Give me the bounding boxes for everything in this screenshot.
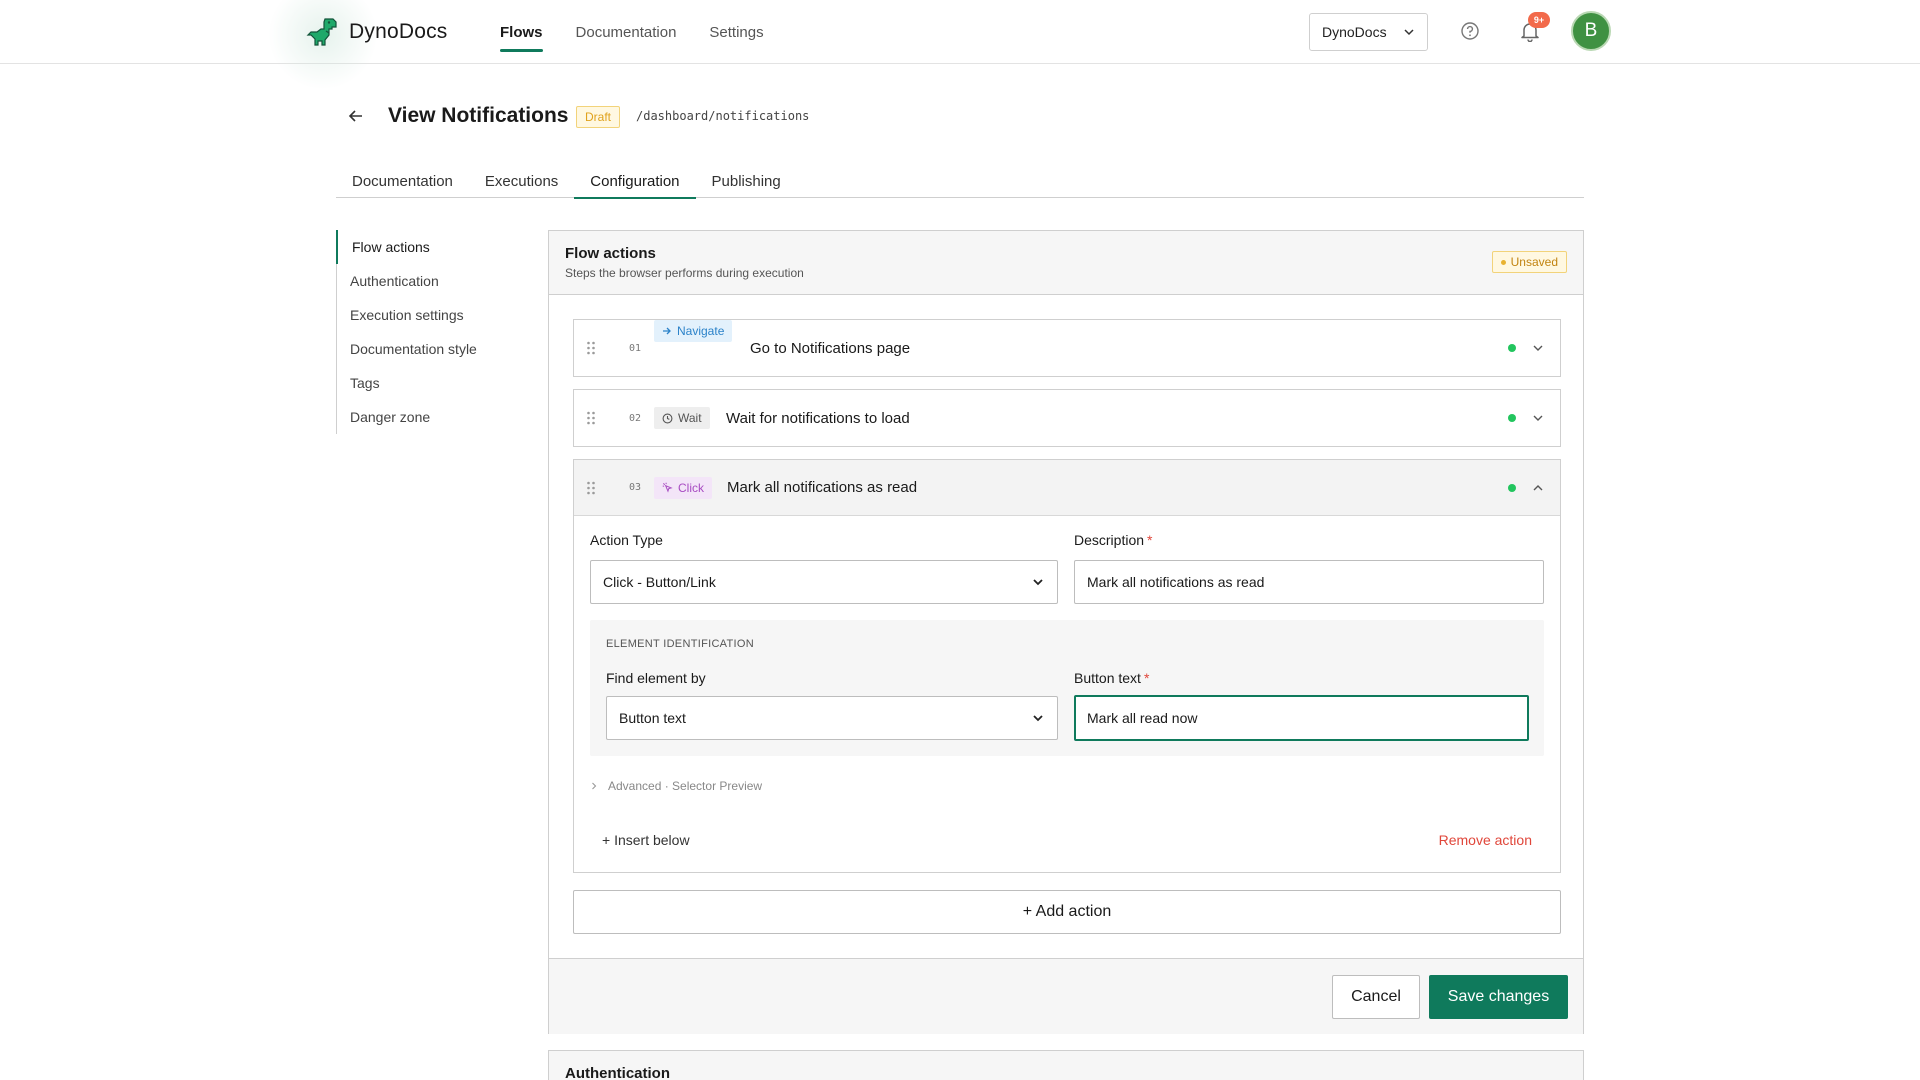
chevron-down-icon <box>1033 579 1043 586</box>
user-avatar[interactable]: B <box>1571 11 1611 51</box>
find-element-label: Find element by <box>606 670 706 686</box>
button-text-input[interactable]: Mark all read now <box>1074 695 1529 741</box>
authentication-panel: Authentication <box>548 1050 1584 1080</box>
app-name: DynoDocs <box>349 20 448 43</box>
action-type-select[interactable]: Click - Button/Link <box>590 560 1058 604</box>
drag-handle-icon[interactable] <box>586 340 596 356</box>
arrow-left-icon[interactable] <box>346 106 366 126</box>
chevron-down-icon[interactable] <box>1530 340 1546 356</box>
button-text-label: Button text * <box>1074 670 1150 686</box>
cancel-button[interactable]: Cancel <box>1332 975 1420 1019</box>
page-title: View Notifications <box>388 104 569 127</box>
action-type-chip: Click <box>654 476 712 499</box>
draft-status-badge: Draft <box>576 106 621 128</box>
chevron-down-icon <box>1404 29 1414 36</box>
unsaved-dot-icon <box>1500 259 1506 265</box>
remove-action-button[interactable]: Remove action <box>1439 832 1532 848</box>
action-type-label: Wait <box>678 411 702 425</box>
nav-flows[interactable]: Flows <box>500 0 543 64</box>
find-element-value: Button text <box>619 710 686 726</box>
chevron-right-icon <box>592 782 597 790</box>
action-header[interactable]: 03 Click Mark all notifications as read <box>574 460 1560 516</box>
chevron-down-icon[interactable] <box>1530 410 1546 426</box>
action-type-label: Action Type <box>590 532 663 548</box>
action-status-dot <box>1508 414 1516 422</box>
dinosaur-icon <box>306 18 337 46</box>
sidebar-item-danger-zone[interactable]: Danger zone <box>337 400 516 434</box>
action-number: 02 <box>629 412 642 424</box>
panel-subtitle: Steps the browser performs during execut… <box>565 266 804 280</box>
workspace-name: DynoDocs <box>1322 24 1387 40</box>
notification-count-badge: 9+ <box>1528 12 1550 28</box>
authentication-panel-title: Authentication <box>565 1065 670 1080</box>
sidebar-item-tags[interactable]: Tags <box>337 366 516 400</box>
drag-handle-icon[interactable] <box>586 480 596 496</box>
action-item[interactable]: 01 Navigate Go to Notifications page <box>573 319 1561 377</box>
action-type-chip: Wait <box>654 407 710 429</box>
tab-publishing[interactable]: Publishing <box>696 164 797 198</box>
insert-below-button[interactable]: + Insert below <box>602 832 690 848</box>
action-status-dot <box>1508 484 1516 492</box>
nav-documentation[interactable]: Documentation <box>576 0 677 64</box>
action-type-chip: Navigate <box>654 320 733 342</box>
action-title: Wait for notifications to load <box>726 409 910 427</box>
action-type-label: Click <box>678 480 704 495</box>
page-tabs: Documentation Executions Configuration P… <box>336 164 1584 199</box>
advanced-selector-toggle[interactable]: Advanced · Selector Preview <box>590 779 762 793</box>
clock-icon <box>662 413 673 423</box>
action-type-value: Click - Button/Link <box>603 574 716 590</box>
cursor-click-icon <box>662 482 673 493</box>
action-title: Mark all notifications as read <box>727 479 918 496</box>
chevron-up-icon[interactable] <box>1530 480 1546 496</box>
sidebar-item-documentation-style[interactable]: Documentation style <box>337 332 516 366</box>
description-label: Description * <box>1074 532 1153 548</box>
chevron-down-icon <box>1033 715 1043 722</box>
unsaved-label: Unsaved <box>1510 255 1558 269</box>
action-header[interactable]: 02 Wait Wait for notifications to load <box>574 390 1560 446</box>
panel-header: Flow actions Steps the browser performs … <box>549 231 1583 295</box>
element-identification-title: ELEMENT IDENTIFICATION <box>606 638 754 650</box>
nav-settings[interactable]: Settings <box>709 0 763 64</box>
arrow-right-icon <box>663 327 671 335</box>
workspace-switcher[interactable]: DynoDocs <box>1309 13 1428 51</box>
action-header[interactable]: 01 Navigate Go to Notifications page <box>574 320 1560 376</box>
action-item[interactable]: 02 Wait Wait for notifications to load <box>573 389 1561 447</box>
action-item-expanded: 03 Click Mark all notifications as read … <box>573 459 1561 873</box>
action-title: Go to Notifications page <box>750 339 911 357</box>
action-number: 03 <box>629 482 642 493</box>
sidebar-item-authentication[interactable]: Authentication <box>337 264 516 298</box>
flow-actions-panel: Flow actions Steps the browser performs … <box>548 230 1584 1034</box>
question-circle-icon[interactable] <box>1460 21 1480 41</box>
configuration-sidebar: Flow actions Authentication Execution se… <box>336 230 516 434</box>
description-input[interactable]: Mark all notifications as read <box>1074 560 1544 604</box>
advanced-label: Advanced · Selector Preview <box>608 779 763 793</box>
save-changes-button[interactable]: Save changes <box>1429 975 1568 1019</box>
panel-title: Flow actions <box>565 245 656 262</box>
top-navigation-bar: DynoDocs Flows Documentation Settings Dy… <box>0 0 1920 90</box>
action-number: 01 <box>629 342 642 354</box>
flow-route: /dashboard/notifications <box>636 109 810 123</box>
element-identification-section: ELEMENT IDENTIFICATION Find element by B… <box>590 620 1544 756</box>
panel-footer: Cancel Save changes <box>549 958 1583 1034</box>
action-type-label: Navigate <box>677 324 725 338</box>
tab-configuration[interactable]: Configuration <box>574 164 696 199</box>
add-action-button[interactable]: + Add action <box>573 890 1561 934</box>
main-nav: Flows Documentation Settings <box>500 0 764 64</box>
action-status-dot <box>1508 344 1516 352</box>
sidebar-item-flow-actions[interactable]: Flow actions <box>336 230 516 264</box>
tab-executions[interactable]: Executions <box>469 164 574 198</box>
drag-handle-icon[interactable] <box>586 410 596 426</box>
sidebar-item-execution-settings[interactable]: Execution settings <box>337 298 516 332</box>
find-element-select[interactable]: Button text <box>606 696 1058 740</box>
unsaved-badge: Unsaved <box>1491 251 1567 273</box>
tab-documentation[interactable]: Documentation <box>336 164 469 198</box>
app-logo[interactable]: DynoDocs <box>305 15 447 49</box>
